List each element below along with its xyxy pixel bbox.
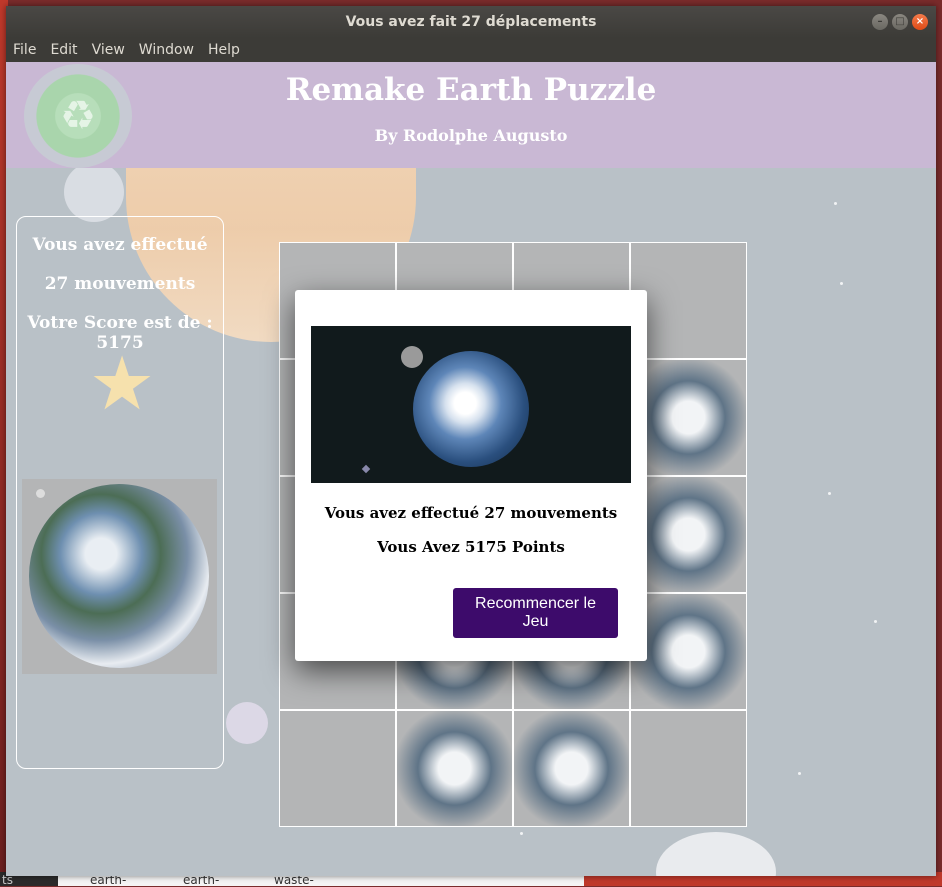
background-planet bbox=[656, 832, 776, 876]
star-dot bbox=[798, 772, 801, 775]
window-title: Vous avez fait 27 déplacements bbox=[345, 14, 597, 30]
puzzle-tile[interactable] bbox=[513, 710, 630, 827]
author-byline: By Rodolphe Augusto bbox=[374, 126, 568, 145]
star-dot bbox=[361, 464, 371, 474]
menu-view[interactable]: View bbox=[85, 42, 132, 58]
background-moon bbox=[64, 162, 124, 222]
earth-image bbox=[29, 484, 209, 668]
star-dot bbox=[874, 620, 877, 623]
star-dot bbox=[520, 832, 523, 835]
reference-image bbox=[22, 479, 217, 674]
moves-count: 27 mouvements bbox=[44, 274, 196, 294]
app-window: Vous avez fait 27 déplacements – □ × Fil… bbox=[6, 6, 936, 876]
dialog-image bbox=[311, 326, 631, 483]
background-moon bbox=[226, 702, 268, 744]
page-title: Remake Earth Puzzle bbox=[285, 72, 657, 108]
menu-window[interactable]: Window bbox=[132, 42, 201, 58]
window-controls: – □ × bbox=[872, 14, 928, 30]
star-dot bbox=[840, 282, 843, 285]
moves-label: Vous avez effectué bbox=[32, 235, 208, 255]
star-icon: ★ bbox=[88, 341, 156, 427]
moon-icon bbox=[401, 346, 423, 368]
menu-file[interactable]: File bbox=[6, 42, 43, 58]
earth-image bbox=[413, 351, 529, 467]
win-dialog: Vous avez effectué 27 mouvements Vous Av… bbox=[295, 290, 647, 661]
close-icon[interactable]: × bbox=[912, 14, 928, 30]
puzzle-tile[interactable] bbox=[630, 710, 747, 827]
page-header: ♻ Remake Earth Puzzle By Rodolphe August… bbox=[6, 62, 936, 168]
minimize-icon[interactable]: – bbox=[872, 14, 888, 30]
puzzle-tile[interactable] bbox=[630, 476, 747, 593]
moon-icon bbox=[36, 489, 45, 498]
moves-message: Vous avez effectué 27 mouvements bbox=[324, 504, 618, 522]
star-dot bbox=[828, 492, 831, 495]
restart-button[interactable]: Recommencer le Jeu bbox=[453, 588, 618, 638]
maximize-icon[interactable]: □ bbox=[892, 14, 908, 30]
menu-help[interactable]: Help bbox=[201, 42, 247, 58]
score-panel: Vous avez effectué 27 mouvements Votre S… bbox=[16, 216, 224, 769]
menu-edit[interactable]: Edit bbox=[43, 42, 84, 58]
puzzle-tile[interactable] bbox=[630, 593, 747, 710]
puzzle-tile[interactable] bbox=[396, 710, 513, 827]
puzzle-tile[interactable] bbox=[630, 359, 747, 476]
page-content: ♻ Remake Earth Puzzle By Rodolphe August… bbox=[6, 62, 936, 876]
puzzle-tile[interactable] bbox=[630, 242, 747, 359]
puzzle-tile[interactable] bbox=[279, 710, 396, 827]
points-message: Vous Avez 5175 Points bbox=[377, 538, 565, 556]
star-dot bbox=[834, 202, 837, 205]
title-bar[interactable]: Vous avez fait 27 déplacements – □ × bbox=[6, 6, 936, 38]
menu-bar: File Edit View Window Help bbox=[6, 38, 936, 62]
